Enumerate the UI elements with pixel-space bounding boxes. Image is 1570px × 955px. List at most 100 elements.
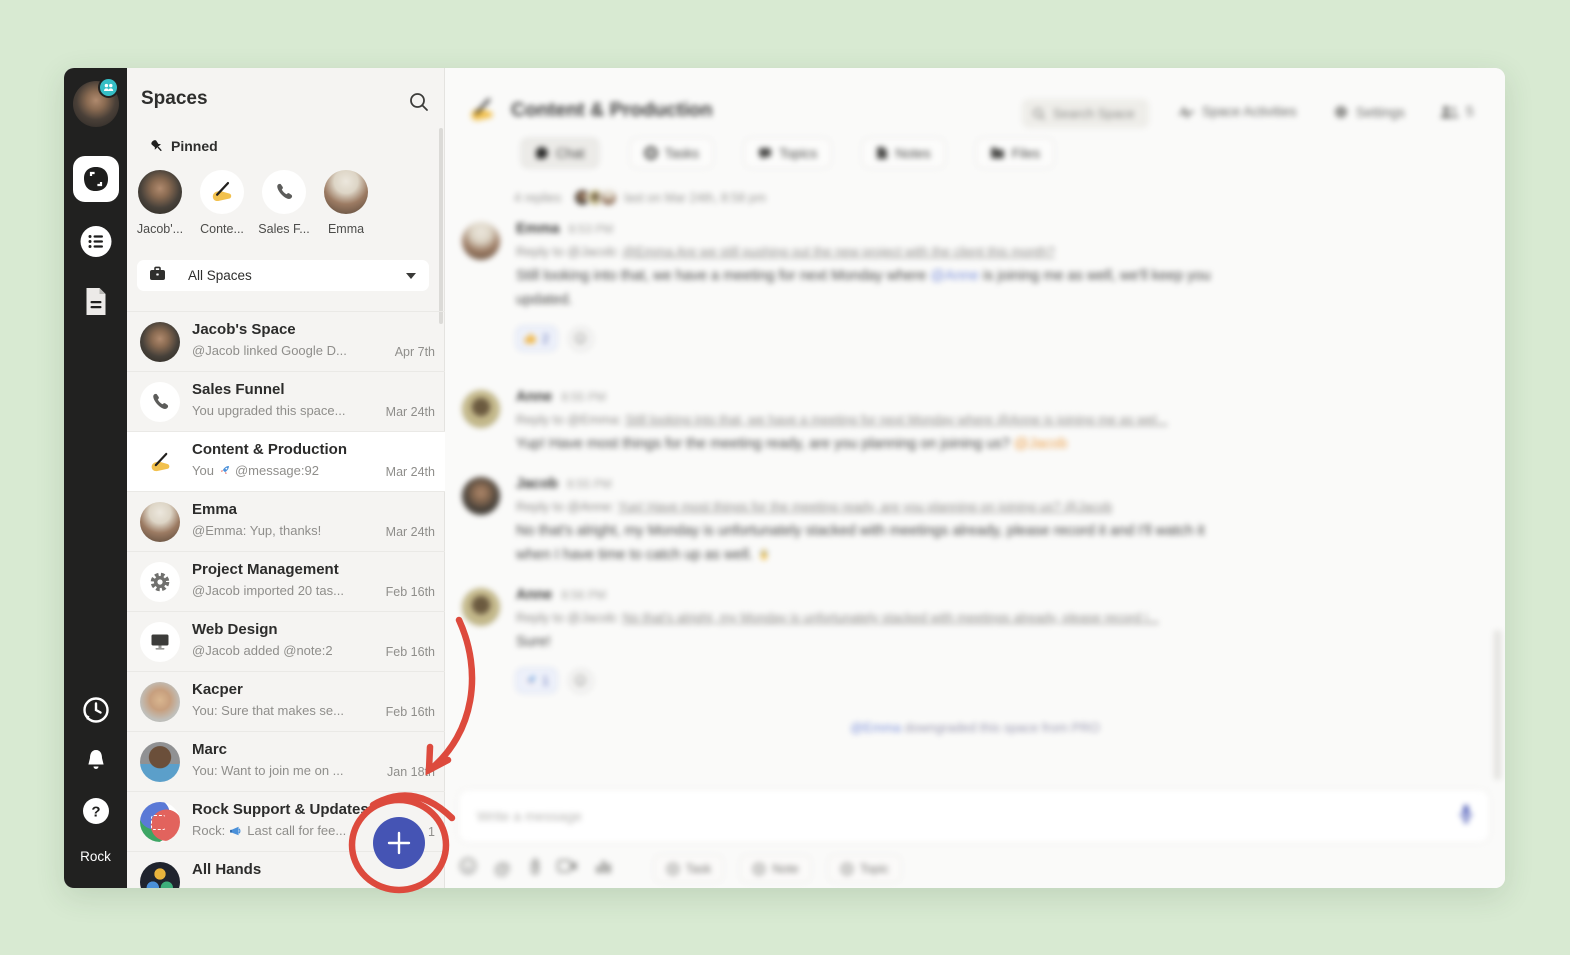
avatar (324, 170, 368, 214)
reply-quote[interactable]: Reply to @Jacob: @Emma Are we still push… (516, 244, 1256, 259)
space-date: Mar 24th (386, 465, 435, 479)
thread-replies-row[interactable]: 4 replies last on Mar 24th, 8:58 pm (514, 188, 766, 207)
mention-jacob[interactable]: @Jacob (1014, 436, 1067, 452)
tab-notes[interactable]: Notes (862, 138, 944, 168)
rock-logo-color-icon (140, 802, 180, 842)
rock-home-button[interactable] (73, 156, 119, 202)
space-row-emma[interactable]: Emma @Emma: Yup, thanks! Mar 24th (127, 491, 445, 551)
folded-hands-icon (757, 547, 771, 561)
space-subtitle: Rock: Last call for fee... (192, 823, 346, 838)
message-author[interactable]: Jacob (516, 476, 558, 492)
message-text: Still looking into that, we have a meeti… (516, 264, 1216, 312)
note-doc-icon (876, 146, 888, 160)
tab-topics[interactable]: Topics (744, 138, 831, 168)
search-icon[interactable] (408, 91, 430, 113)
avatar (462, 477, 500, 515)
pinned-space-emma[interactable]: Emma (315, 170, 377, 236)
reply-quote[interactable]: Reply to @Anne: Yup! Have most things fo… (516, 499, 1256, 514)
emoji-icon[interactable] (459, 857, 477, 880)
reply-quote[interactable]: Reply to @Jacob: No that's alright, my M… (516, 610, 1256, 625)
chat-scrollbar[interactable] (1494, 630, 1501, 780)
mention-icon[interactable]: @ (494, 859, 511, 879)
space-title: Jacob's Space (192, 321, 296, 338)
add-topic-button[interactable]: Topic (828, 855, 901, 882)
spaces-panel: Spaces Pinned Jacob'... Conte... (127, 68, 445, 888)
message-author[interactable]: Emma (516, 221, 560, 237)
message-author[interactable]: Anne (516, 389, 552, 405)
reaction-thumbs-up[interactable]: 2 (516, 326, 557, 351)
add-reaction-button[interactable] (569, 669, 593, 693)
add-note-label: Note (772, 862, 798, 876)
main-panel: Content & Production Search Space Space … (445, 68, 1505, 888)
poll-icon[interactable] (595, 858, 612, 879)
add-space-button[interactable] (373, 817, 425, 869)
documents-nav-button[interactable] (82, 286, 109, 317)
tab-chat[interactable]: Chat (521, 138, 599, 168)
microphone-icon[interactable] (1459, 804, 1473, 829)
message-author[interactable]: Anne (516, 587, 552, 603)
settings-label: Settings (1356, 105, 1405, 120)
space-row-project-management[interactable]: Project Management @Jacob imported 20 ta… (127, 551, 445, 611)
space-date: 1 (428, 825, 435, 839)
mention-emma[interactable]: @Emma (850, 720, 901, 735)
tab-label: Files (1012, 146, 1041, 161)
attachment-icon[interactable] (528, 857, 540, 881)
plus-circle-icon (752, 862, 766, 876)
pinned-space-label: Emma (328, 222, 364, 236)
space-row-sales-funnel[interactable]: Sales Funnel You upgraded this space... … (127, 371, 445, 431)
pinned-space-sales[interactable]: Sales F... (253, 170, 315, 236)
space-tabs: Chat Tasks Topics Notes Files (521, 138, 1054, 168)
workspace-label: Rock (64, 849, 127, 864)
pinned-space-content[interactable]: Conte... (191, 170, 253, 236)
settings-button[interactable]: Settings (1333, 104, 1405, 120)
space-row-kacper[interactable]: Kacper You: Sure that makes se... Feb 16… (127, 671, 445, 731)
space-row-content-production[interactable]: Content & Production You @message:92 Mar… (127, 431, 445, 491)
avatar (462, 390, 500, 428)
reply-quote[interactable]: Reply to @Emma: Still looking into that,… (516, 412, 1256, 427)
phone-icon (262, 170, 306, 214)
space-avatar (140, 322, 180, 362)
space-title: Marc (192, 741, 227, 758)
message-time: 8:55 PM (561, 390, 606, 404)
mention-anne[interactable]: @Anne (930, 268, 979, 284)
all-spaces-selector[interactable]: All Spaces (137, 260, 429, 291)
tab-label: Notes (895, 146, 930, 161)
thread-replies-count: 4 replies (514, 191, 561, 205)
history-icon[interactable] (81, 695, 111, 725)
pinned-space-jacob[interactable]: Jacob'... (129, 170, 191, 236)
add-note-button[interactable]: Note (740, 855, 810, 882)
video-icon[interactable] (557, 859, 578, 878)
add-task-label: Task (686, 862, 712, 876)
message-composer[interactable] (459, 790, 1489, 842)
gear-icon (140, 562, 180, 602)
chat-bubble-icon (535, 146, 549, 160)
reaction-rocket[interactable]: 1 (516, 668, 557, 693)
search-icon (1032, 107, 1046, 121)
space-row-web-design[interactable]: Web Design @Jacob added @note:2 Feb 16th (127, 611, 445, 671)
members-button[interactable]: 5 (1440, 104, 1474, 119)
space-activities-button[interactable]: Space Activities (1178, 104, 1297, 119)
message-input[interactable] (477, 808, 1459, 824)
composer-toolbar: @ Task Note Topic (459, 855, 901, 882)
pinned-label: Pinned (171, 138, 218, 154)
spaces-scrollbar[interactable] (439, 128, 443, 324)
space-row-marc[interactable]: Marc You: Want to join me on ... Jan 18t… (127, 731, 445, 791)
plus-circle-icon (666, 862, 680, 876)
space-date: Jan 18th (387, 765, 435, 779)
tab-tasks[interactable]: Tasks (630, 138, 714, 168)
help-icon[interactable]: ? (83, 798, 109, 824)
add-reaction-button[interactable] (569, 327, 593, 351)
add-task-button[interactable]: Task (654, 855, 724, 882)
space-title: Rock Support & Updates (192, 801, 369, 818)
pin-icon (149, 138, 165, 154)
lists-nav-button[interactable] (80, 226, 111, 257)
space-title: Emma (192, 501, 237, 518)
all-hands-icon (140, 862, 180, 888)
pinned-spaces: Jacob'... Conte... Sales F... Emma (129, 170, 377, 236)
spaces-title: Spaces (141, 88, 208, 110)
space-date: Feb 16th (386, 645, 435, 659)
tab-files[interactable]: Files (976, 138, 1055, 168)
bell-icon[interactable] (82, 747, 110, 775)
space-row-jacobs-space[interactable]: Jacob's Space @Jacob linked Google D... … (127, 311, 445, 371)
search-space-button[interactable]: Search Space (1022, 99, 1149, 128)
